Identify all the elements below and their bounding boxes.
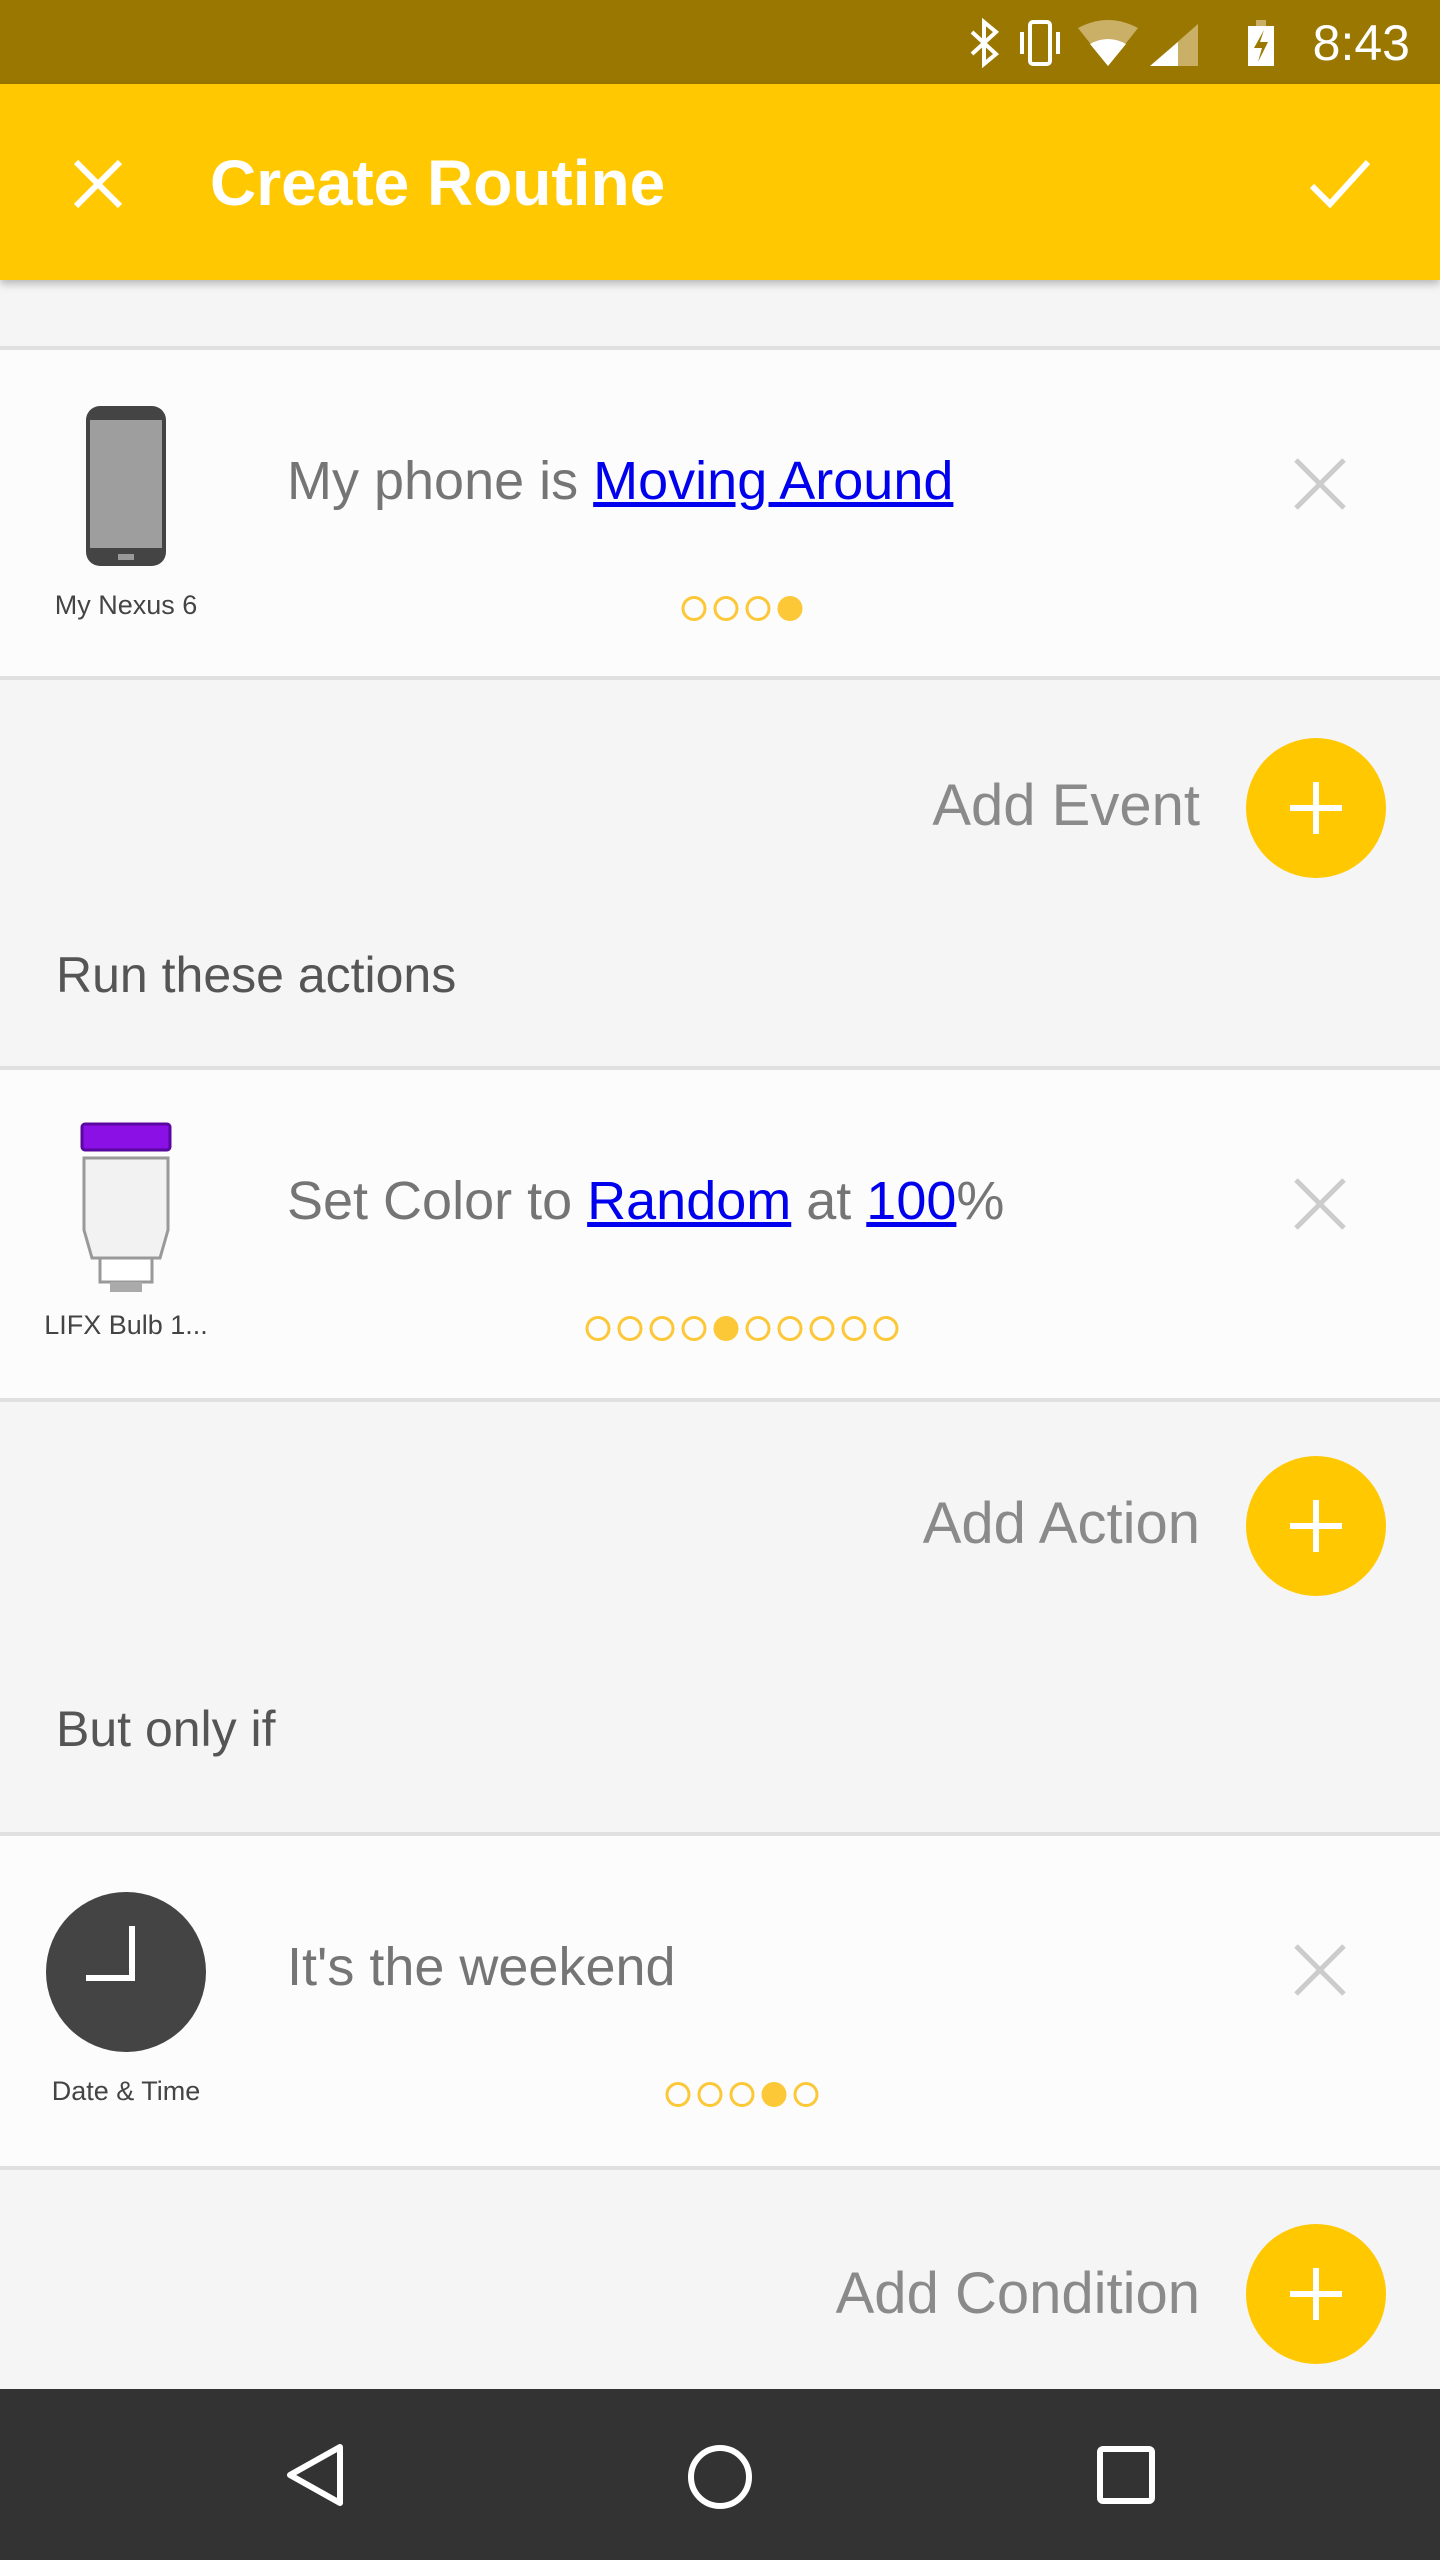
clock-icon (46, 1892, 206, 2052)
page-dot (617, 1316, 643, 1341)
page-dot (745, 596, 771, 621)
page-dot (793, 2082, 819, 2107)
page-dot (873, 1316, 899, 1341)
page-dot (809, 1316, 835, 1341)
event-state-link[interactable]: Moving Around (593, 451, 953, 511)
back-icon[interactable] (284, 2441, 348, 2509)
page-dot (777, 1316, 803, 1341)
plus-icon (1290, 2268, 1342, 2320)
event-text: My phone is Moving Around (287, 450, 953, 512)
remove-icon[interactable] (1290, 454, 1350, 514)
close-icon[interactable] (72, 158, 124, 210)
app-bar: Create Routine (0, 84, 1440, 280)
device-label: Date & Time (51, 2076, 201, 2106)
plus-icon (1290, 1500, 1342, 1552)
page-dots (681, 596, 803, 621)
bulb-icon (80, 1122, 172, 1292)
event-card[interactable]: My Nexus 6 My phone is Moving Around (0, 346, 1440, 680)
home-icon[interactable] (686, 2443, 754, 2511)
add-event-button[interactable] (1246, 738, 1386, 878)
page-dot (649, 1316, 675, 1341)
vibrate-icon (1020, 20, 1060, 66)
status-bar: 8:43 (0, 0, 1440, 84)
add-event-label[interactable]: Add Event (932, 772, 1200, 839)
action-text: Set Color to Random at 100% (287, 1170, 1004, 1232)
page-dot (681, 596, 707, 621)
page-dot (841, 1316, 867, 1341)
page-dot (713, 1316, 739, 1341)
page-title: Create Routine (210, 147, 666, 219)
conditions-section-label: But only if (56, 1701, 276, 1757)
page-dot (761, 2082, 787, 2107)
wifi-icon (1078, 20, 1138, 66)
add-condition-label[interactable]: Add Condition (836, 2260, 1200, 2327)
add-condition-button[interactable] (1246, 2224, 1386, 2364)
page-dots (665, 2082, 819, 2107)
add-action-label[interactable]: Add Action (923, 1490, 1200, 1557)
action-card[interactable]: LIFX Bulb 1... Set Color to Random at 10… (0, 1066, 1440, 1402)
action-prefix: Set Color to (287, 1171, 588, 1231)
page-dot (585, 1316, 611, 1341)
signal-icon (1150, 24, 1198, 66)
page-dot (665, 2082, 691, 2107)
navigation-bar (0, 2389, 1440, 2560)
action-suffix: % (956, 1171, 1005, 1231)
actions-section-label: Run these actions (56, 947, 457, 1003)
page-dot (697, 2082, 723, 2107)
condition-card[interactable]: Date & Time It's the weekend (0, 1832, 1440, 2170)
remove-icon[interactable] (1290, 1940, 1350, 2000)
brightness-link[interactable]: 100 (866, 1171, 956, 1231)
remove-icon[interactable] (1290, 1174, 1350, 1234)
phone-icon (86, 406, 166, 566)
bluetooth-icon (970, 18, 1000, 68)
plus-icon (1290, 782, 1342, 834)
recents-icon[interactable] (1096, 2445, 1156, 2505)
battery-charging-icon (1248, 20, 1274, 66)
action-mid: at (791, 1171, 867, 1231)
page-dots (585, 1316, 899, 1341)
page-dot (681, 1316, 707, 1341)
event-prefix: My phone is (287, 451, 594, 511)
status-time: 8:43 (1312, 15, 1410, 71)
add-action-button[interactable] (1246, 1456, 1386, 1596)
page-dot (729, 2082, 755, 2107)
device-label: LIFX Bulb 1... (44, 1310, 208, 1340)
color-link[interactable]: Random (587, 1171, 791, 1231)
page-dot (713, 596, 739, 621)
device-label: My Nexus 6 (54, 590, 198, 620)
check-icon[interactable] (1308, 158, 1372, 210)
page-dot (745, 1316, 771, 1341)
page-dot (777, 596, 803, 621)
condition-text: It's the weekend (287, 1937, 676, 1997)
